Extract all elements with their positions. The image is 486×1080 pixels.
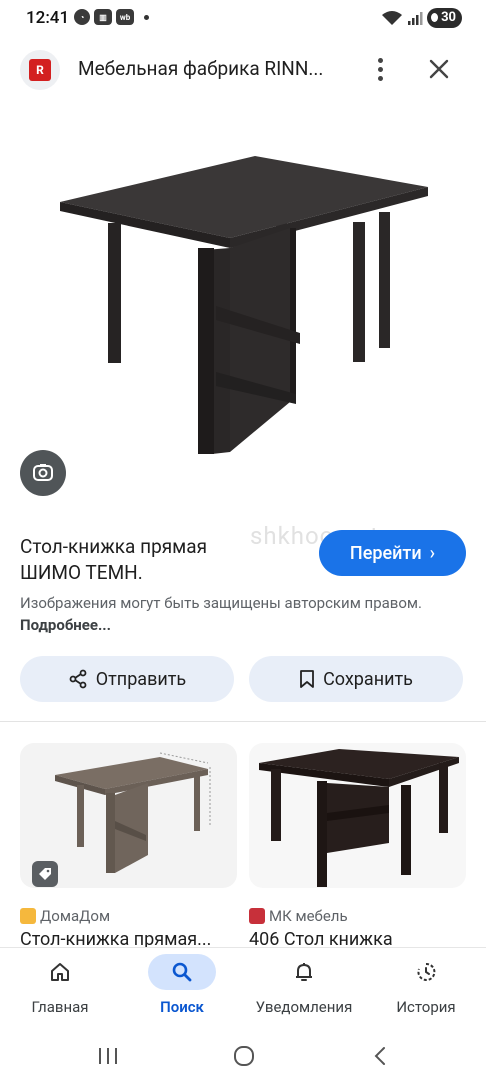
more-vert-icon[interactable] bbox=[366, 54, 394, 84]
nav-search[interactable]: Поиск bbox=[122, 948, 242, 1034]
copyright-notice: Изображения могут быть защищены авторски… bbox=[20, 592, 440, 636]
product-title: Стол-книжка прямая ШИМО ТЕМН. bbox=[20, 534, 310, 586]
status-bar: 12:41 ◔ ▥ wb 30 bbox=[0, 0, 486, 36]
related-title[interactable]: 406 Стол книжка bbox=[249, 929, 393, 950]
site-favicon: R bbox=[20, 50, 60, 90]
app-icon: ▥ bbox=[94, 9, 112, 25]
related-title[interactable]: Стол-книжка прямая... bbox=[20, 929, 211, 950]
domadom-icon bbox=[20, 908, 36, 924]
nav-label: Уведомления bbox=[255, 998, 353, 1016]
save-label: Сохранить bbox=[323, 668, 413, 690]
related-source-name: ДомаДом bbox=[40, 907, 111, 925]
system-status: 30 bbox=[381, 8, 462, 28]
visit-button[interactable]: Перейти › bbox=[319, 530, 466, 576]
close-icon[interactable] bbox=[424, 54, 454, 84]
related-image[interactable] bbox=[249, 743, 466, 888]
related-card[interactable]: ДомаДом Стол-книжка прямая... bbox=[20, 743, 237, 950]
nav-history[interactable]: История bbox=[366, 948, 486, 1034]
table-thumbnail bbox=[259, 749, 459, 887]
share-icon bbox=[69, 669, 87, 689]
related-source: ДомаДом bbox=[20, 907, 110, 925]
notification-icons: ◔ ▥ wb bbox=[74, 9, 149, 25]
product-title-line1: Стол-книжка прямая bbox=[20, 535, 208, 558]
share-label: Отправить bbox=[95, 668, 187, 690]
google-lens-icon[interactable] bbox=[20, 450, 66, 496]
product-image[interactable] bbox=[0, 100, 486, 510]
nav-label: Поиск bbox=[160, 998, 204, 1016]
related-source-name: МК мебель bbox=[269, 907, 348, 925]
copyright-text: Изображения могут быть защищены авторски… bbox=[20, 594, 422, 612]
history-icon bbox=[392, 954, 460, 990]
site-title[interactable]: Мебельная фабрика RINN... bbox=[78, 57, 323, 80]
search-icon bbox=[148, 954, 216, 990]
related-card[interactable]: МК мебель 406 Стол книжка bbox=[249, 743, 466, 950]
save-button[interactable]: Сохранить bbox=[249, 656, 463, 702]
status-time: 12:41 bbox=[26, 8, 70, 28]
wifi-icon bbox=[382, 11, 403, 25]
recent-apps-icon[interactable] bbox=[88, 1040, 128, 1072]
site-logo-letter: R bbox=[29, 59, 51, 81]
back-icon[interactable] bbox=[360, 1040, 400, 1072]
signal-icon bbox=[408, 12, 423, 25]
related-source: МК мебель bbox=[249, 907, 348, 925]
mk-mebel-icon bbox=[249, 908, 265, 924]
source-header: R Мебельная фабрика RINN... bbox=[0, 40, 486, 98]
home-button-icon[interactable] bbox=[224, 1040, 264, 1072]
whatsapp-icon: ◔ bbox=[74, 9, 90, 25]
bookmark-icon bbox=[300, 670, 314, 688]
related-image[interactable] bbox=[20, 743, 237, 888]
visit-button-label: Перейти bbox=[349, 542, 422, 564]
bell-icon bbox=[270, 954, 338, 990]
nav-notifications[interactable]: Уведомления bbox=[244, 948, 364, 1034]
nav-label: Главная bbox=[31, 998, 89, 1016]
more-notifications-dot bbox=[144, 14, 149, 20]
system-nav-bar bbox=[0, 1034, 486, 1080]
nav-label: История bbox=[396, 998, 456, 1016]
battery-icon: 30 bbox=[427, 8, 462, 28]
divider bbox=[0, 721, 486, 722]
table-illustration bbox=[60, 156, 428, 454]
bottom-nav: Главная Поиск Уведомления История bbox=[0, 948, 486, 1034]
home-icon bbox=[26, 954, 94, 990]
chevron-right-icon: › bbox=[429, 542, 436, 564]
tag-icon bbox=[32, 861, 58, 887]
product-title-line2: ШИМО ТЕМН. bbox=[20, 561, 143, 584]
learn-more-link[interactable]: Подробнее... bbox=[20, 616, 111, 634]
share-button[interactable]: Отправить bbox=[20, 656, 234, 702]
wb-icon: wb bbox=[116, 9, 134, 25]
nav-home[interactable]: Главная bbox=[0, 948, 120, 1034]
